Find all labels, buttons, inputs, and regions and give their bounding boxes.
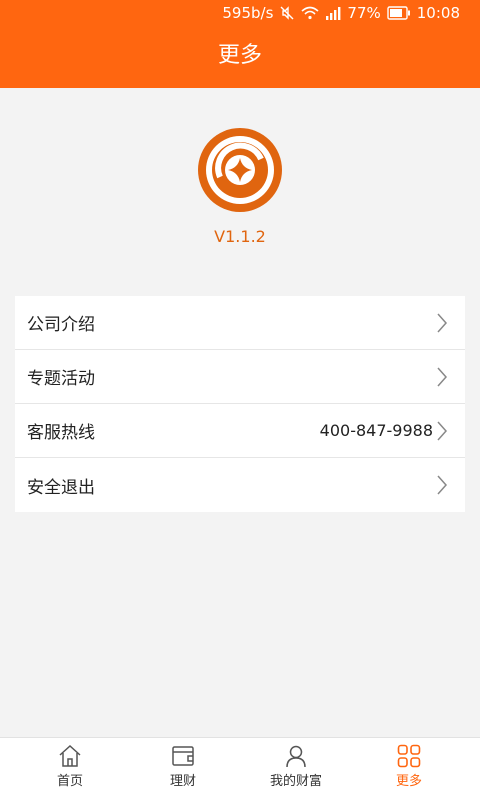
chevron-right-icon (437, 313, 447, 333)
tab-my-wealth[interactable]: 我的财富 (236, 738, 356, 800)
signal-icon (326, 7, 341, 20)
tab-label: 理财 (169, 774, 196, 789)
tab-label: 更多 (395, 774, 422, 789)
battery-percent: 77% (347, 4, 381, 22)
chevron-right-icon (437, 367, 447, 387)
grid-icon (397, 744, 421, 768)
menu-item-label: 客服热线 (27, 423, 95, 443)
hotline-number: 400-847-9988 (319, 421, 433, 440)
page-title: 更多 (217, 43, 262, 68)
wifi-icon (301, 6, 319, 20)
tab-label: 首页 (56, 774, 83, 789)
app-logo (198, 128, 282, 212)
menu-item-label: 专题活动 (27, 369, 95, 389)
user-icon (286, 745, 306, 768)
tab-home[interactable]: 首页 (10, 738, 130, 800)
menu-item-logout[interactable]: 安全退出 (15, 458, 465, 512)
menu-item-label: 公司介绍 (27, 315, 95, 335)
mute-icon (280, 6, 294, 20)
clock: 10:08 (416, 4, 460, 22)
settings-menu: 公司介绍 专题活动 客服热线 400-847-9988 安全退出 (15, 296, 465, 512)
bottom-tab-bar: 首页 理财 我的财富 更多 (0, 737, 480, 800)
menu-item-label: 安全退出 (27, 477, 95, 498)
chevron-right-icon (437, 475, 447, 495)
wallet-icon (172, 746, 194, 766)
chevron-right-icon (437, 421, 447, 441)
tab-finance[interactable]: 理财 (123, 738, 243, 800)
status-bar: 595b/s 77% 10:08 (0, 0, 480, 26)
tab-label: 我的财富 (269, 774, 322, 789)
menu-item-special-events[interactable]: 专题活动 (15, 350, 465, 404)
tab-more[interactable]: 更多 (349, 738, 469, 800)
top-header: 595b/s 77% 10:08 更多 (0, 0, 480, 88)
menu-item-company-intro[interactable]: 公司介绍 (15, 296, 465, 350)
home-icon (59, 744, 81, 767)
network-speed: 595b/s (222, 4, 274, 22)
menu-item-customer-hotline[interactable]: 客服热线 400-847-9988 (15, 404, 465, 458)
app-version: V1.1.2 (214, 227, 266, 246)
battery-icon (387, 6, 410, 20)
